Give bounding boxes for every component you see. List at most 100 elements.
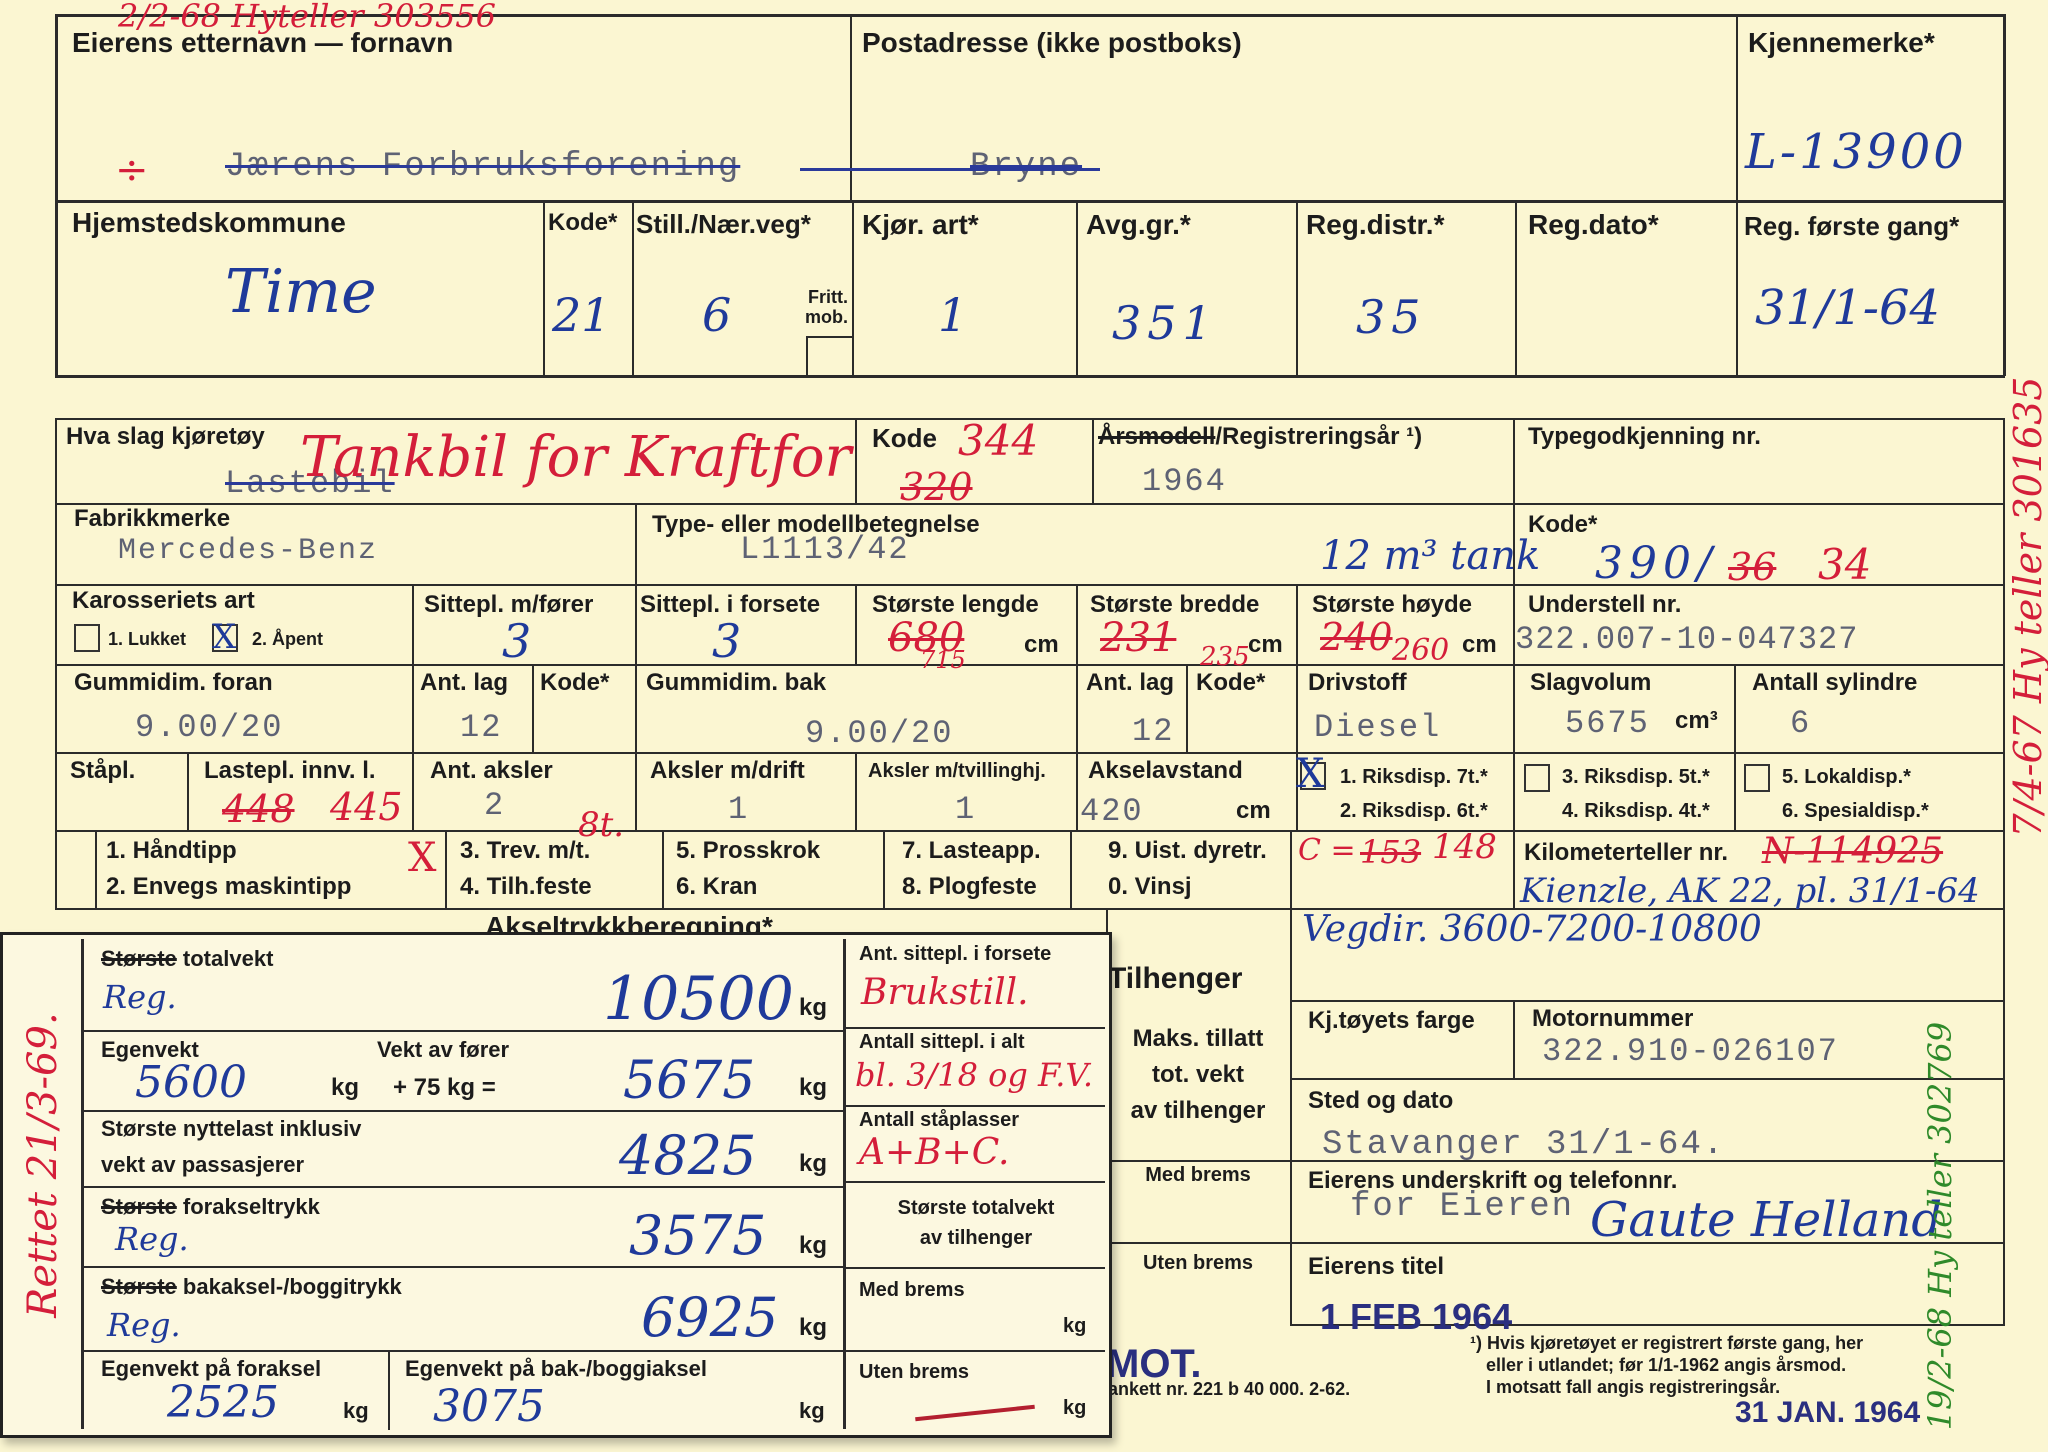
- divider: [1734, 665, 1736, 753]
- total-weight-value: 10500: [603, 964, 794, 1034]
- divider: [1076, 753, 1078, 831]
- lower-right-rule: [1290, 1078, 2005, 1080]
- equip-option-3: 3. Trev. m/t.: [460, 837, 591, 864]
- kjor-art-value: 1: [938, 288, 968, 342]
- payload-label-2: vekt av passasjerer: [101, 1152, 305, 1177]
- owner-typed: Jærens Forbruksforening: [225, 148, 741, 186]
- rear-axle-unit: kg: [799, 1314, 828, 1341]
- front-axle-value: 3575: [629, 1204, 767, 1267]
- vehicle-row-rule: [55, 752, 2005, 754]
- divider: [1186, 665, 1188, 753]
- disp-option-4: 4. Riksdisp. 4t.*: [1562, 800, 1710, 822]
- ply-front-value: 12: [460, 709, 503, 746]
- owner-name-label: Eierens etternavn — fornavn: [72, 27, 454, 58]
- equip-option-4: 4. Tilh.feste: [460, 873, 592, 900]
- owner-strike-line: [800, 168, 1100, 171]
- driver-weight-label: Vekt av fører: [377, 1037, 510, 1062]
- year-label-rest: /Registreringsår ¹): [1215, 423, 1423, 450]
- trailer-with-brake: Med brems: [1145, 1164, 1251, 1186]
- reg-first-label: Reg. første gang*: [1744, 211, 1960, 241]
- twin-axles-value: 1: [955, 791, 977, 828]
- fritt-mob-box: [806, 336, 852, 338]
- slip-red-strike: [915, 1404, 1035, 1422]
- km-label: Kilometerteller nr.: [1524, 839, 1729, 866]
- disp-option-6: 6. Spesialdisp.*: [1782, 800, 1929, 822]
- twin-axles-label: Aksler m/tvillinghj.: [868, 760, 1046, 782]
- total-weight-struck: Største: [101, 946, 177, 971]
- trailer-rule: [1106, 1242, 1292, 1244]
- form-number: ankett nr. 221 b 40 000. 2-62.: [1108, 1379, 1351, 1399]
- chassis-label: Understell nr.: [1528, 591, 1682, 618]
- title-label: Eierens titel: [1308, 1253, 1445, 1280]
- total-weight-label: Største totalvekt: [101, 946, 274, 971]
- wheelbase-label: Akselavstand: [1088, 757, 1243, 784]
- seats-value: 3: [502, 614, 532, 668]
- equip-option-5: 5. Prosskrok: [676, 837, 821, 864]
- still-label: Still./Nær.veg*: [636, 209, 811, 239]
- code2-new: 34: [1818, 540, 1872, 589]
- divider: [1296, 665, 1298, 753]
- disp-checkbox-3[interactable]: [1524, 764, 1550, 792]
- equip-option-6: 6. Kran: [676, 873, 758, 900]
- reg-distr-value: 35: [1356, 290, 1427, 344]
- reg-dato-label: Reg.dato*: [1528, 209, 1659, 240]
- front-seats-value: 3: [712, 614, 742, 668]
- row2-divider: [852, 202, 854, 376]
- body-option-open: 2. Åpent: [252, 629, 324, 649]
- fuel-label: Drivstoff: [1308, 669, 1407, 696]
- cylinders-value: 6: [1790, 705, 1812, 742]
- total-weight-text: totalvekt: [182, 946, 274, 971]
- axles-value: 2: [484, 787, 506, 824]
- disp-option-1: 1. Riksdisp. 7t.*: [1340, 766, 1488, 788]
- footnote-2: eller i utlandet; før 1/1-1962 angis års…: [1486, 1355, 1847, 1375]
- divider: [635, 753, 637, 831]
- length-unit: cm: [1024, 631, 1059, 658]
- kind-handwritten: Tankbil for Kraftfor: [300, 425, 852, 490]
- trailer-without-brake: Uten brems: [1142, 1252, 1254, 1274]
- own-rear-label: Egenvekt på bak-/boggiaksel: [405, 1356, 707, 1381]
- equip-option-9: 9. Uist. dyretr.: [1108, 837, 1267, 864]
- slip-without-brake-unit: kg: [1063, 1397, 1087, 1419]
- footnote-3: I motsatt fall angis registreringsår.: [1486, 1377, 1781, 1397]
- divider: [635, 585, 637, 665]
- vehicle-row-rule: [55, 830, 2005, 832]
- fritt-mob-box: [806, 336, 808, 376]
- divider: [635, 665, 637, 753]
- row2-bottom-rule: [55, 375, 2005, 378]
- slip-hrule: [81, 1350, 843, 1352]
- slip-right-hrule: [843, 1350, 1105, 1352]
- slip-right-hrule: [843, 1027, 1105, 1029]
- payload-unit: kg: [799, 1150, 828, 1177]
- body-checkbox-closed[interactable]: [74, 624, 100, 652]
- disp-checkbox-5[interactable]: [1744, 764, 1770, 792]
- slip-with-brake-unit: kg: [1063, 1315, 1087, 1337]
- divider: [95, 831, 97, 909]
- divider: [187, 753, 189, 831]
- height-new: 260: [1392, 633, 1450, 668]
- payload-value: 4825: [619, 1124, 757, 1187]
- lower-right-vrule: [2003, 910, 2005, 1326]
- reg-first-value: 31/1-64: [1755, 280, 1941, 336]
- divider: [1290, 831, 1292, 909]
- signature: Gaute Helland: [1590, 1192, 1943, 1248]
- divider: [1296, 585, 1298, 665]
- sign-typed: for Eieren: [1350, 1188, 1575, 1226]
- chassis-value: 322.007-10-047327: [1515, 621, 1859, 658]
- divider: [1076, 585, 1078, 665]
- disp-option-5: 5. Lokaldisp.*: [1782, 766, 1911, 788]
- divider: [883, 831, 885, 909]
- rear-axle-text: bakaksel-/boggitrykk: [182, 1274, 402, 1299]
- divider: [855, 753, 857, 831]
- kode-value: 21: [552, 288, 611, 342]
- row1-bottom-rule: [55, 200, 2005, 203]
- ply-front-label: Ant. lag: [420, 669, 508, 696]
- slip-right-hrule: [843, 1105, 1105, 1107]
- tyre-front-label: Gummidim. foran: [74, 669, 273, 696]
- row2-divider: [1296, 202, 1298, 376]
- own-rear-value: 3075: [433, 1381, 545, 1432]
- total-seat-label: Antall sittepl. i alt: [859, 1031, 1025, 1053]
- side-note-red: 7/4-67 Hy teller 301635: [2006, 376, 2048, 838]
- equip-option-2: 2. Envegs maskintipp: [106, 873, 352, 900]
- divider: [1513, 831, 1515, 909]
- left-border: [55, 14, 58, 376]
